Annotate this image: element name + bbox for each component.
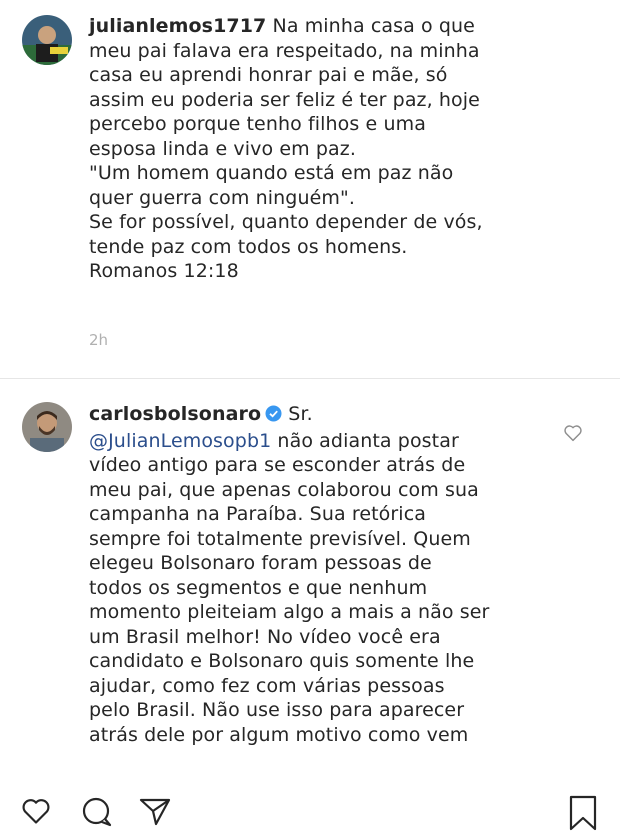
heart-icon[interactable]: [20, 797, 52, 829]
send-icon[interactable]: [139, 797, 171, 831]
comment-text: carlosbolsonaro Sr. @JulianLemosopb1 não…: [89, 403, 490, 746]
username[interactable]: julianlemos1717: [89, 15, 266, 37]
verified-badge-icon: [265, 404, 282, 429]
bookmark-icon[interactable]: [567, 795, 599, 835]
avatar[interactable]: [22, 15, 72, 65]
comment-icon[interactable]: [81, 796, 113, 832]
divider: [0, 378, 620, 379]
username[interactable]: carlosbolsonaro: [89, 403, 261, 425]
comment-like-heart-icon[interactable]: [563, 424, 583, 446]
timestamp: 2h: [89, 331, 109, 349]
avatar[interactable]: [22, 402, 72, 452]
mention-link[interactable]: @JulianLemosopb1: [89, 430, 271, 452]
action-bar: [0, 780, 620, 840]
comment-text: julianlemos1717 Na minha casa o que meu …: [89, 15, 483, 282]
